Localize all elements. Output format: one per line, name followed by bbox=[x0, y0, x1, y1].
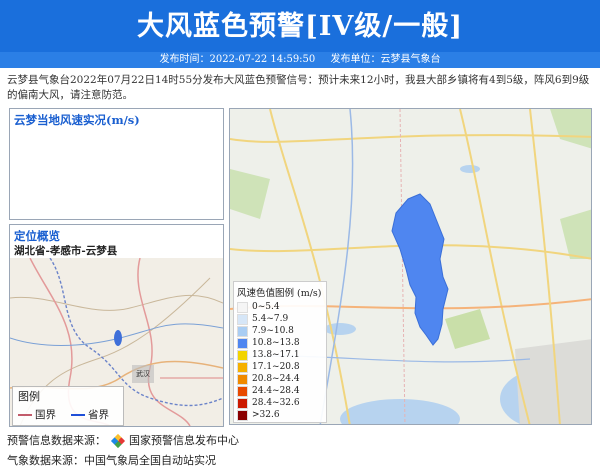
source1-name[interactable]: 国家预警信息发布中心 bbox=[129, 434, 239, 447]
alert-title: 大风蓝色预警[IV级/一般] bbox=[137, 11, 463, 42]
legend-country-border: 国界 bbox=[18, 407, 56, 422]
swatch-icon bbox=[237, 337, 248, 349]
publish-unit: 发布单位：云梦县气象台 bbox=[330, 54, 441, 65]
publish-time: 发布时间：2022-07-22 14:59:50 bbox=[159, 54, 316, 65]
wind-legend-title: 风速色值图例 (m/s) bbox=[237, 288, 322, 299]
legend-row: 24.4~28.4 bbox=[237, 385, 326, 397]
swatch-icon bbox=[237, 409, 248, 421]
publisher-logo-icon bbox=[110, 433, 125, 449]
legend-row: 7.9~10.8 bbox=[237, 325, 326, 337]
location-title: 定位概览 bbox=[14, 229, 60, 243]
legend-row: 0~5.4 bbox=[237, 301, 326, 313]
legend-row: 10.8~13.8 bbox=[237, 337, 326, 349]
location-legend-title: 图例 bbox=[18, 390, 40, 403]
footer-warning-source: 预警信息数据来源： 国家预警信息发布中心 bbox=[7, 432, 239, 449]
legend-row: >32.6 bbox=[237, 409, 326, 421]
swatch-icon bbox=[237, 301, 248, 313]
swatch-icon bbox=[237, 361, 248, 373]
legend-province-border: 省界 bbox=[71, 407, 109, 422]
source1-prefix: 预警信息数据来源： bbox=[7, 434, 106, 447]
wind-color-legend: 风速色值图例 (m/s) 0~5.4 5.4~7.9 7.9~10.8 10.8… bbox=[233, 281, 327, 423]
legend-row: 20.8~24.4 bbox=[237, 373, 326, 385]
legend-row: 17.1~20.8 bbox=[237, 361, 326, 373]
country-border-line-icon bbox=[18, 414, 32, 416]
swatch-icon bbox=[237, 397, 248, 409]
legend-row: 5.4~7.9 bbox=[237, 313, 326, 325]
wind-speed-title: 云梦当地风速实况(m/s) bbox=[14, 113, 140, 127]
alert-description: 云梦县气象台2022年07月22日14时55分发布大风蓝色预警信号：预计未来12… bbox=[7, 74, 590, 101]
meta-bar: 发布时间：2022-07-22 14:59:50 发布单位：云梦县气象台 bbox=[0, 52, 600, 68]
location-legend: 图例 国界 省界 bbox=[12, 386, 124, 426]
province-border-line-icon bbox=[71, 414, 85, 416]
location-region: 湖北省-孝感市-云梦县 bbox=[14, 245, 118, 257]
wind-speed-panel: 云梦当地风速实况(m/s) bbox=[9, 108, 224, 220]
legend-row: 13.8~17.1 bbox=[237, 349, 326, 361]
header-banner: 大风蓝色预警[IV级/一般] bbox=[0, 0, 600, 52]
legend-row: 28.4~32.6 bbox=[237, 397, 326, 409]
swatch-icon bbox=[237, 313, 248, 325]
swatch-icon bbox=[237, 385, 248, 397]
swatch-icon bbox=[237, 373, 248, 385]
swatch-icon bbox=[237, 349, 248, 361]
swatch-icon bbox=[237, 325, 248, 337]
map-city-label: 武汉 bbox=[136, 369, 150, 378]
footer-weather-source: 气象数据来源：中国气象局全国自动站实况 bbox=[7, 454, 216, 467]
